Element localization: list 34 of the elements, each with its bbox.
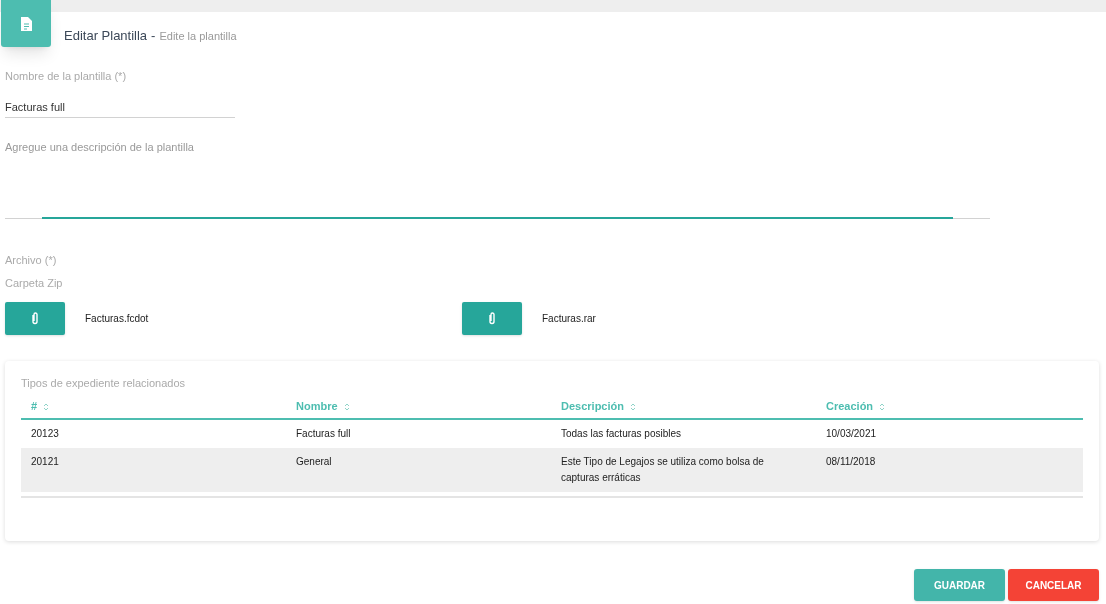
action-button[interactable]: GUARDAR [914,569,1005,601]
title-separator: - [151,27,156,45]
page-title: Editar Plantilla [64,27,148,45]
sort-icon [343,401,350,412]
field-sublabel: Carpeta Zip [5,275,64,291]
table-row[interactable]: 20121 General Este Tipo de Legajos se utiliza como bolsa de capturas erráticas 08/11/2018 [21,447,1083,492]
column-header[interactable]: Creación [816,397,1083,418]
field-label: Nombre de la plantilla (*) [5,68,128,84]
paperclip-icon [31,312,39,325]
column-header[interactable]: # [21,397,286,418]
name-input[interactable]: Facturas full [5,96,235,118]
table-title: Tipos de expediente relacionados [21,376,187,391]
file-name: Facturas.fcdot [85,312,149,326]
table-cell-text: 20123 [30,426,60,441]
sort-icon [43,401,50,412]
table-cell-text: Facturas full [295,426,352,441]
page-subtitle: Edite la plantilla [159,29,237,44]
table-cell-text: 10/03/2021 [825,426,878,441]
column-header[interactable]: Nombre [286,397,551,418]
table-cell-text: 08/11/2018 [825,454,877,469]
document-icon [20,16,32,31]
column-header[interactable]: Descripción [551,397,816,418]
attach-button[interactable] [462,302,522,335]
file-name: Facturas.rar [542,312,596,326]
table-cell-text: Este Tipo de Legajos se utiliza como bolsa de capturas erráticas [560,454,765,485]
action-button[interactable]: CANCELAR [1008,569,1099,601]
field-label: Archivo (*) [5,253,58,268]
paperclip-icon [488,312,496,325]
table-cell-text: Todas las facturas posibles [560,426,683,441]
table-cell-text: 20121 [30,454,60,469]
table-cell-text: General [295,454,333,469]
sort-icon [879,401,886,412]
attach-button[interactable] [5,302,65,335]
sort-icon [629,401,636,412]
